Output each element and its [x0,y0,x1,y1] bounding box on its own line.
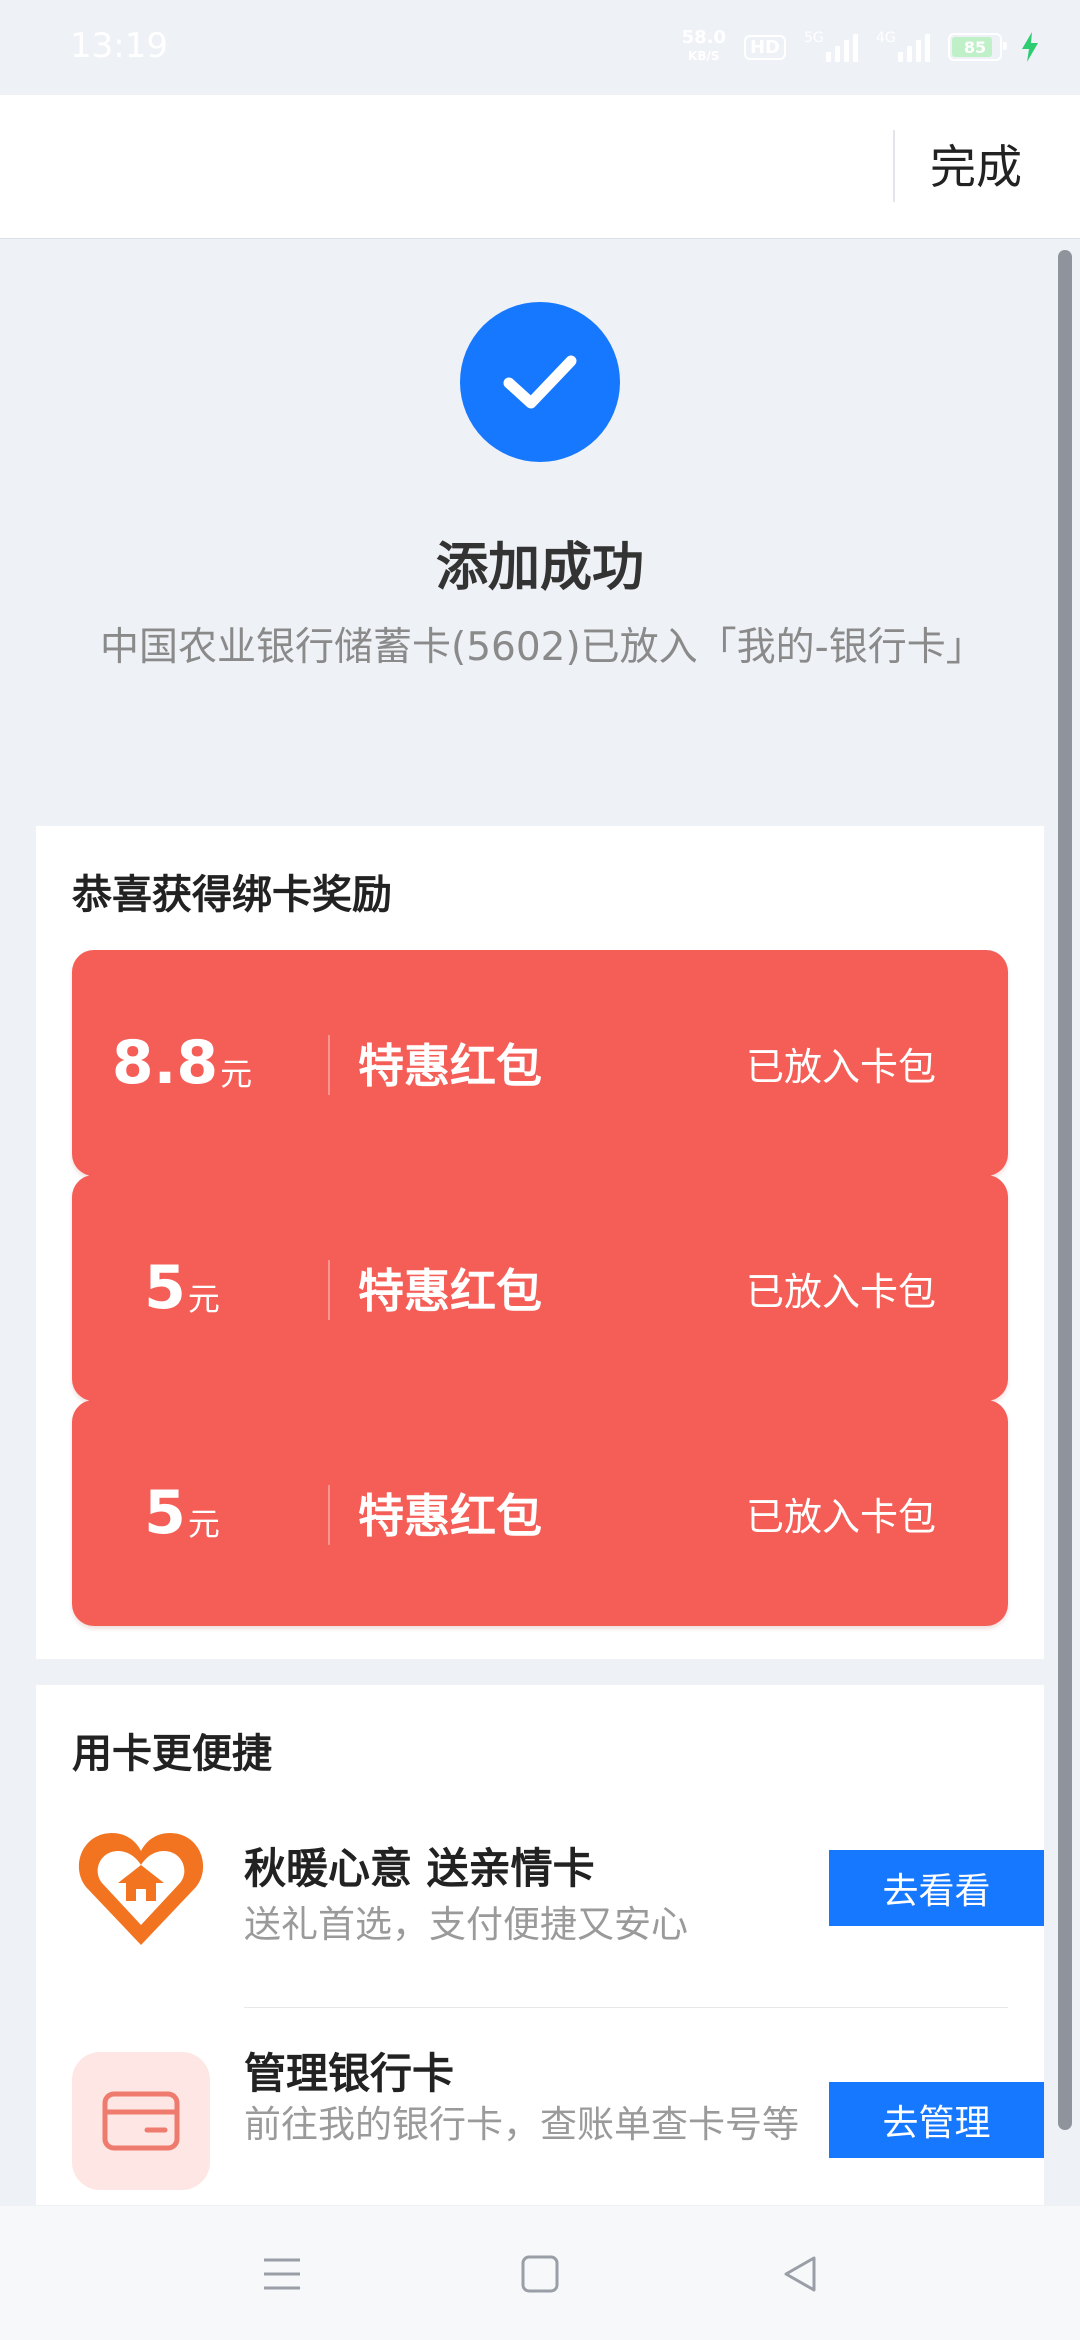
coupon-amount-value: 5 [144,1478,186,1548]
coupon-name: 特惠红包 [358,1264,542,1318]
top-bar: 完成 [0,95,1080,239]
battery-icon: 85 [948,33,1007,61]
coupon-amount: 5 元 [72,1400,292,1626]
coupon-name: 特惠红包 [358,1039,542,1093]
network-speed-value: 58.0 [681,27,726,48]
done-button[interactable]: 完成 [930,131,1022,197]
signal-5g-icon: 5G [804,30,858,62]
success-check-icon [460,302,620,462]
menu-icon[interactable] [252,2244,312,2304]
service-title: 秋暖心意 送亲情卡 [244,1844,595,1893]
status-icons: 58.0 KB/S HD 5G 4G 85 [682,22,1040,72]
coupon-amount-unit: 元 [220,1055,253,1093]
success-title: 添加成功 [435,538,644,598]
back-icon[interactable] [770,2244,830,2304]
coupon-item[interactable]: 5 元 特惠红包 已放入卡包 [72,1175,1008,1401]
home-icon[interactable] [510,2244,570,2304]
navigation-bar [0,2206,1080,2340]
coupon-divider [328,1035,330,1095]
service-subtitle: 前往我的银行卡，查账单查卡号等 [244,2103,799,2146]
coupon-name: 特惠红包 [358,1489,542,1543]
services-section-title: 用卡更便捷 [72,1731,272,1777]
signal-4g-icon: 4G [876,30,930,62]
status-bar: 13:19 58.0 KB/S HD 5G 4G 85 [0,0,1080,95]
row-divider [244,2007,1008,2008]
charging-bolt-icon [1022,32,1038,62]
coupon-status: 已放入卡包 [745,1044,936,1089]
hd-badge: HD [743,34,786,60]
status-time: 13:19 [70,26,168,66]
manage-button[interactable]: 去管理 [829,2082,1044,2158]
battery-level: 85 [963,37,987,57]
service-subtitle: 送礼首选，支付便捷又安心 [244,1903,688,1946]
coupon-divider [328,1260,330,1320]
services-card: 用卡更便捷 秋暖心意 送亲情卡 送礼首选，支付便捷又安心 去看看 管理银行卡 前… [36,1685,1044,2205]
coupon-item[interactable]: 8.8 元 特惠红包 已放入卡包 [72,950,1008,1176]
coupon-divider [328,1485,330,1545]
header-divider [893,130,895,202]
coupon-item[interactable]: 5 元 特惠红包 已放入卡包 [72,1400,1008,1626]
rewards-card: 恭喜获得绑卡奖励 8.8 元 特惠红包 已放入卡包 5 元 特惠红包 已放入卡包… [36,826,1044,1659]
coupon-amount-unit: 元 [187,1280,220,1318]
signal-4g-label: 4G [876,30,896,46]
coupon-amount-value: 5 [144,1253,186,1323]
coupon-amount-unit: 元 [187,1505,220,1543]
network-speed: 58.0 KB/S [682,29,726,65]
checkmark-icon [503,355,577,409]
rewards-section-title: 恭喜获得绑卡奖励 [72,872,392,918]
signal-5g-label: 5G [804,30,824,46]
network-speed-unit: KB/S [688,49,720,63]
coupon-status: 已放入卡包 [745,1269,936,1314]
gift-heart-icon [72,1821,210,1959]
service-title: 管理银行卡 [244,2049,455,2098]
service-item-gift-card[interactable]: 秋暖心意 送亲情卡 送礼首选，支付便捷又安心 去看看 [36,1805,1044,2005]
coupon-amount: 5 元 [72,1175,292,1401]
success-description: 中国农业银行储蓄卡(5602)已放入「我的-银行卡」 [100,625,985,670]
coupon-amount: 8.8 元 [72,950,292,1176]
bank-card-icon [72,2052,210,2190]
coupon-status: 已放入卡包 [745,1494,936,1539]
coupon-amount-value: 8.8 [111,1028,219,1098]
view-button[interactable]: 去看看 [829,1850,1044,1926]
